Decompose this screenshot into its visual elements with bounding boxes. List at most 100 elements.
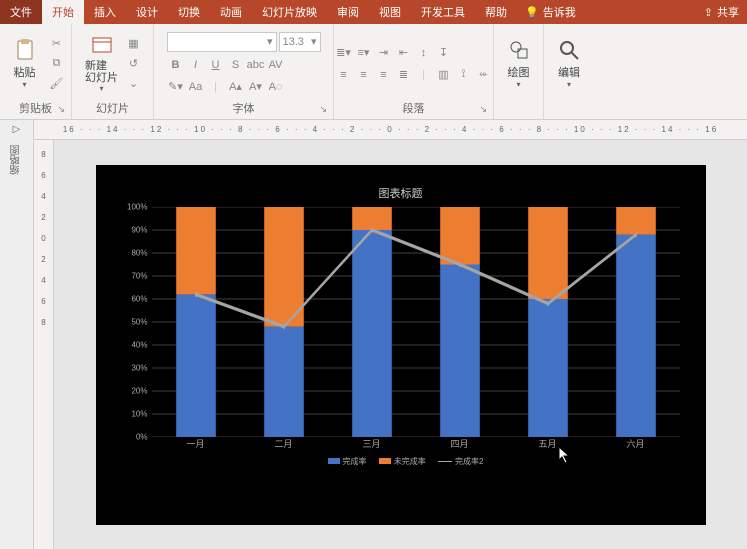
tab-developer[interactable]: 开发工具: [411, 0, 475, 24]
align-center-button[interactable]: ≡: [355, 66, 373, 84]
drawing-label: 绘图: [508, 64, 530, 80]
chart-svg: [152, 207, 680, 437]
clipboard-icon: [13, 38, 37, 62]
group-drawing: 绘图 ▾: [494, 24, 544, 119]
group-paragraph: ≣▾ ≡▾ ⇥ ⇤ ↕ ↧ ≡ ≡ ≡ ≣ | ▥ ⟟ ⬰: [334, 24, 494, 119]
copy-button[interactable]: ⧉: [48, 55, 66, 73]
group-font-label: 字体: [233, 103, 255, 115]
format-painter-button[interactable]: 🖌: [48, 75, 66, 93]
tab-transitions[interactable]: 切换: [168, 0, 210, 24]
align-left-button[interactable]: ≡: [335, 66, 353, 84]
new-slide-icon: [90, 34, 114, 58]
lightbulb-icon: 💡: [525, 6, 539, 19]
group-clipboard: 粘贴 ▾ ✂ ⧉ 🖌 剪贴板 ↘: [0, 24, 72, 119]
font-family-combo[interactable]: ▾: [167, 32, 277, 52]
tab-review[interactable]: 审阅: [327, 0, 369, 24]
justify-button[interactable]: ≣: [395, 66, 413, 84]
paste-label: 粘贴: [14, 64, 36, 80]
editor-stage: 16 · · · 14 · · · 12 · · · 10 · · · 8 · …: [34, 120, 747, 549]
thumbnail-panel-collapsed[interactable]: ▷ 缩略图: [0, 120, 34, 549]
strike-button[interactable]: S: [227, 56, 245, 74]
ruler-vertical: 8 6 4 2 0 2 4 6 8: [34, 140, 54, 549]
numbering-button[interactable]: ≡▾: [355, 44, 373, 62]
group-slides: 新建 幻灯片 ▾ ▦ ↺ ⌄ 幻灯片: [72, 24, 154, 119]
share-icon: ⇪: [704, 6, 713, 19]
group-font: ▾ 13.3▾ B I U S abc AV ✎▾ Aa | A▴ A▾: [154, 24, 334, 119]
shrink-font-button[interactable]: A▾: [247, 78, 265, 96]
shapes-icon: [507, 38, 531, 62]
launcher-icon[interactable]: ↘: [319, 101, 327, 117]
tab-help[interactable]: 帮助: [475, 0, 517, 24]
drawing-button[interactable]: 绘图 ▾: [500, 29, 538, 99]
chart-object[interactable]: 图表标题 0% 10% 20% 30% 40% 50% 60% 70% 80%: [116, 185, 686, 505]
chevron-down-icon: ▾: [22, 80, 26, 89]
tab-slideshow[interactable]: 幻灯片放映: [252, 0, 327, 24]
indent-inc-button[interactable]: ⇥: [375, 44, 393, 62]
share-label: 共享: [717, 4, 739, 20]
align-text-button[interactable]: ⟟: [455, 66, 473, 84]
chart-legend: 完成率 未完成率 完成率2: [116, 456, 686, 467]
line-spacing-button[interactable]: ↕: [415, 44, 433, 62]
section-button[interactable]: ⌄: [125, 75, 143, 93]
indent-dec-button[interactable]: ⇤: [395, 44, 413, 62]
columns-button[interactable]: ▥: [435, 66, 453, 84]
align-right-button[interactable]: ≡: [375, 66, 393, 84]
chart-title: 图表标题: [116, 185, 686, 201]
editing-button[interactable]: 编辑 ▾: [550, 29, 588, 99]
legend-line-3: [438, 461, 452, 462]
editing-label: 编辑: [558, 64, 580, 80]
reset-button[interactable]: ↺: [125, 55, 143, 73]
tab-home[interactable]: 开始: [42, 0, 84, 24]
char-spacing-button[interactable]: AV: [267, 56, 285, 74]
ruler-h-ticks: 16 · · · 14 · · · 12 · · · 10 · · · 8 · …: [63, 125, 718, 134]
legend-swatch-1: [328, 458, 340, 464]
tab-view[interactable]: 视图: [369, 0, 411, 24]
ribbon: 粘贴 ▾ ✂ ⧉ 🖌 剪贴板 ↘ 新建 幻灯片 ▾ ▦ ↺ ⌄ 幻灯片: [0, 24, 747, 120]
tab-insert[interactable]: 插入: [84, 0, 126, 24]
font-size-combo[interactable]: 13.3 ▾: [279, 32, 321, 52]
launcher-icon[interactable]: ↘: [57, 101, 65, 117]
smartart-button[interactable]: ⬰: [475, 66, 493, 84]
slide[interactable]: 图表标题 0% 10% 20% 30% 40% 50% 60% 70% 80%: [96, 165, 706, 525]
clear-format-button[interactable]: A◌: [267, 78, 285, 96]
chart-x-axis: 一月 二月 三月 四月 五月 六月: [152, 437, 680, 450]
ruler-horizontal: 16 · · · 14 · · · 12 · · · 10 · · · 8 · …: [34, 120, 747, 140]
cut-button[interactable]: ✂: [48, 35, 66, 53]
grow-font-button[interactable]: A▴: [227, 78, 245, 96]
tab-design[interactable]: 设计: [126, 0, 168, 24]
thumbnail-panel-label: 缩略图: [9, 139, 24, 181]
tab-file[interactable]: 文件: [0, 0, 42, 24]
tell-me-label: 告诉我: [543, 4, 576, 20]
shadow-button[interactable]: abc: [247, 56, 265, 74]
chevron-right-icon: ▷: [13, 120, 21, 139]
italic-button[interactable]: I: [187, 56, 205, 74]
group-editing: 编辑 ▾: [544, 24, 594, 119]
work-area: ▷ 缩略图 16 · · · 14 · · · 12 · · · 10 · · …: [0, 120, 747, 549]
font-size-value: 13.3: [283, 36, 304, 48]
legend-swatch-2: [379, 458, 391, 464]
tab-animations[interactable]: 动画: [210, 0, 252, 24]
search-icon: [557, 38, 581, 62]
group-slides-label: 幻灯片: [96, 103, 129, 115]
text-direction-button[interactable]: ↧: [435, 44, 453, 62]
new-slide-label: 新建 幻灯片: [85, 60, 118, 84]
chevron-down-icon: ▾: [567, 80, 571, 89]
layout-button[interactable]: ▦: [125, 35, 143, 53]
underline-button[interactable]: U: [207, 56, 225, 74]
highlight-button[interactable]: ✎▾: [167, 78, 185, 96]
paste-button[interactable]: 粘贴 ▾: [6, 29, 44, 99]
bullets-button[interactable]: ≣▾: [335, 44, 353, 62]
chevron-down-icon: ▾: [99, 84, 103, 93]
bold-button[interactable]: B: [167, 56, 185, 74]
share-button[interactable]: ⇪ 共享: [696, 0, 747, 24]
group-paragraph-label: 段落: [403, 103, 425, 115]
chevron-down-icon: ▾: [516, 80, 520, 89]
tell-me[interactable]: 💡 告诉我: [517, 0, 584, 24]
chevron-down-icon: ▾: [311, 35, 317, 48]
launcher-icon[interactable]: ↘: [479, 101, 487, 117]
new-slide-button[interactable]: 新建 幻灯片 ▾: [83, 29, 121, 99]
change-case-button[interactable]: Aa: [187, 78, 205, 96]
chart-plot-area: 0% 10% 20% 30% 40% 50% 60% 70% 80% 90% 1…: [152, 207, 680, 437]
group-clipboard-label: 剪贴板: [19, 103, 52, 115]
slide-canvas[interactable]: 图表标题 0% 10% 20% 30% 40% 50% 60% 70% 80%: [54, 140, 747, 549]
